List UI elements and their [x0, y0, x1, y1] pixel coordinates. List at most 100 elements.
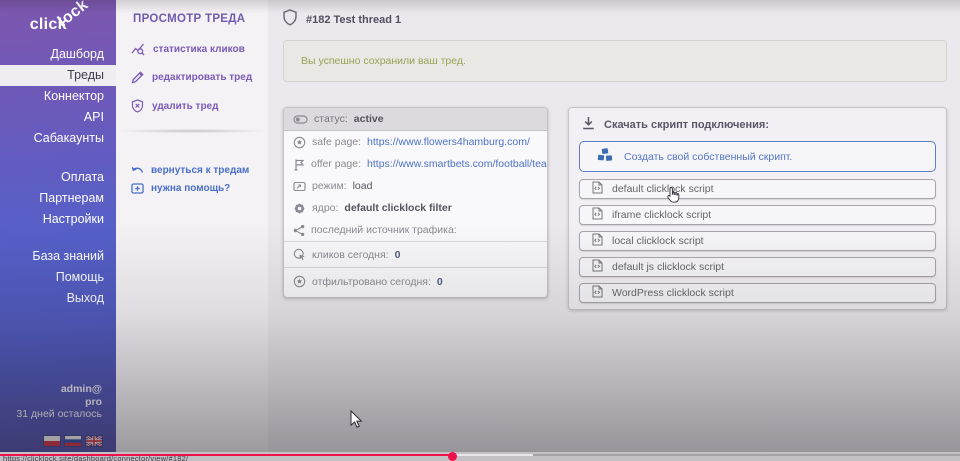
- status-value: active: [354, 108, 384, 130]
- script-button-default[interactable]: default clicklock script: [579, 179, 936, 199]
- shield-star-icon: [293, 136, 306, 149]
- offer-page-label: offer page:: [311, 158, 361, 170]
- file-code-icon: [592, 181, 603, 197]
- mode-icon: [293, 181, 306, 192]
- traffic-source-row: последний источник трафика:: [284, 219, 547, 241]
- back-to-threads-label: вернуться к тредам: [151, 165, 249, 176]
- scripts-card-title: Скачать скрипт подключения:: [604, 119, 769, 131]
- page-title: #182 Test thread 1: [306, 14, 401, 26]
- create-custom-script-label: Создать свой собственный скрипт.: [624, 151, 792, 163]
- offer-page-row: offer page: https://www.smartbets.com/fo…: [284, 153, 547, 175]
- script-button-default-js[interactable]: default js clicklock script: [579, 257, 936, 277]
- filtered-today-label: отфильтровано сегодня:: [312, 276, 431, 288]
- mode-label: режим:: [312, 180, 347, 192]
- file-code-icon: [592, 285, 603, 301]
- script-button-label: default clicklock script: [612, 183, 714, 195]
- script-button-iframe[interactable]: iframe clicklock script: [579, 205, 936, 225]
- undo-arrow-icon: [131, 166, 144, 176]
- chart-magnifier-icon: [131, 42, 145, 56]
- sidebar-nav: Дашборд Треды Коннектор API Сабакаунты О…: [0, 44, 116, 309]
- back-to-threads-link[interactable]: вернуться к тредам: [131, 165, 249, 176]
- core-label: ядро:: [312, 202, 338, 214]
- shield-check-icon: [293, 275, 306, 288]
- account-plan: pro: [16, 396, 102, 409]
- language-switcher: [44, 436, 102, 446]
- script-button-label: default js clicklock script: [612, 261, 724, 273]
- success-alert-text: Вы успешно сохранили ваш тред.: [284, 41, 946, 82]
- script-button-label: local clicklock script: [612, 235, 704, 247]
- script-button-local[interactable]: local clicklock script: [579, 231, 936, 251]
- share-icon: [293, 224, 305, 237]
- shield-x-icon: [131, 99, 144, 113]
- edit-thread-label: редактировать тред: [152, 72, 252, 83]
- shield-icon: [283, 9, 297, 31]
- sidebar-item-threads[interactable]: Треды: [0, 65, 116, 86]
- script-button-wordpress[interactable]: WordPress clicklock script: [579, 283, 936, 303]
- delete-thread-label: удалить тред: [152, 101, 218, 112]
- success-alert: Вы успешно сохранили ваш тред.: [283, 40, 947, 82]
- pencil-icon: [131, 71, 144, 84]
- core-value: default clicklock filter: [344, 202, 451, 214]
- mode-row: режим: load: [284, 175, 547, 197]
- account-email: admin@: [16, 383, 102, 396]
- toggle-icon: [293, 115, 308, 124]
- offer-page-link[interactable]: https://www.smartbets.com/football/tea..…: [367, 158, 548, 170]
- clicks-today-value: 0: [395, 249, 401, 261]
- script-button-label: WordPress clicklock script: [612, 287, 734, 299]
- download-icon: [582, 116, 595, 133]
- delete-thread-link[interactable]: удалить тред: [131, 99, 218, 113]
- browser-statusbar: https://clicklock.site/dashboard/connect…: [0, 452, 960, 461]
- thread-status-card: статус: active safe page: https://www.fl…: [283, 107, 548, 298]
- filtered-today-row: отфильтровано сегодня: 0: [284, 267, 547, 295]
- safe-page-row: safe page: https://www.flowers4hamburg.c…: [284, 131, 547, 153]
- file-code-icon: [592, 233, 603, 249]
- video-progress-handle[interactable]: [448, 452, 457, 461]
- safe-page-link[interactable]: https://www.flowers4hamburg.com/: [367, 136, 530, 148]
- click-stats-link[interactable]: статистика кликов: [131, 42, 245, 56]
- sidebar-item-connector[interactable]: Коннектор: [0, 86, 116, 107]
- sidebar-item-payment[interactable]: Оплата: [0, 167, 116, 188]
- need-help-link[interactable]: нужна помощь?: [131, 183, 230, 194]
- click-cursor-icon: [293, 248, 306, 261]
- page-header: #182 Test thread 1: [283, 9, 401, 31]
- russia-flag-icon[interactable]: [65, 436, 81, 446]
- sidebar-item-help[interactable]: Помощь: [0, 267, 116, 288]
- download-scripts-card: Скачать скрипт подключения: Создать свой…: [568, 107, 947, 310]
- filtered-today-value: 0: [437, 276, 443, 288]
- sidebar-item-api[interactable]: API: [0, 107, 116, 128]
- scripts-card-header: Скачать скрипт подключения:: [582, 116, 769, 133]
- mode-value: load: [353, 180, 373, 192]
- click-stats-label: статистика кликов: [153, 44, 245, 55]
- thread-view-panel: ПРОСМОТР ТРЕДА статистика кликов редакти…: [116, 0, 268, 454]
- flag-icon: [293, 158, 305, 171]
- status-header: статус: active: [284, 108, 547, 131]
- file-code-icon: [592, 207, 603, 223]
- gear-icon: [293, 202, 306, 215]
- add-box-icon: [131, 183, 144, 194]
- status-label: статус:: [314, 108, 348, 130]
- sidebar-item-partners[interactable]: Партнерам: [0, 188, 116, 209]
- traffic-source-label: последний источник трафика:: [311, 224, 457, 236]
- uk-flag-icon[interactable]: [86, 436, 102, 446]
- safe-page-label: safe page:: [312, 136, 361, 148]
- account-info: admin@ pro 31 дней осталось: [16, 383, 102, 421]
- sidebar-item-knowledge-base[interactable]: База знаний: [0, 246, 116, 267]
- file-code-icon: [592, 259, 603, 275]
- sidebar-item-dashboard[interactable]: Дашборд: [0, 44, 116, 65]
- sidebar-item-settings[interactable]: Настройки: [0, 209, 116, 230]
- account-days-left: 31 дней осталось: [16, 408, 102, 421]
- arrow-cursor: [350, 410, 363, 434]
- sidebar-item-subaccounts[interactable]: Сабакаунты: [0, 128, 116, 149]
- thread-panel-title: ПРОСМОТР ТРЕДА: [133, 13, 245, 25]
- clicks-today-label: кликов сегодня:: [312, 249, 389, 261]
- poland-flag-icon[interactable]: [44, 436, 60, 446]
- sidebar: clicklock Дашборд Треды Коннектор API Са…: [0, 0, 116, 454]
- need-help-label: нужна помощь?: [151, 183, 230, 194]
- edit-thread-link[interactable]: редактировать тред: [131, 71, 252, 84]
- script-button-label: iframe clicklock script: [612, 209, 711, 221]
- sidebar-item-logout[interactable]: Выход: [0, 288, 116, 309]
- create-custom-script-button[interactable]: Создать свой собственный скрипт.: [579, 141, 936, 172]
- clicklock-logo: clicklock: [30, 16, 100, 34]
- cubes-icon: [596, 147, 615, 166]
- video-progress-buffer: [452, 454, 533, 456]
